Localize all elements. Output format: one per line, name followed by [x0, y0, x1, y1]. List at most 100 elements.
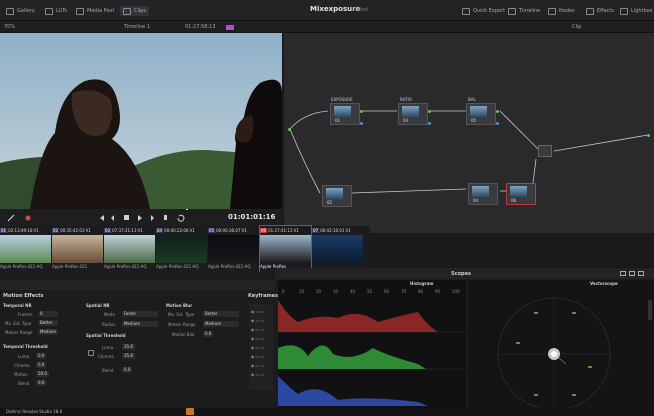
motion-blur-value[interactable]: 0.0 [203, 331, 214, 337]
effects-label: Effects [597, 8, 614, 14]
lightbox-icon [620, 7, 628, 15]
histogram-graph [278, 300, 466, 406]
output-port[interactable] [647, 134, 650, 137]
motion-range-dropdown[interactable]: Medium [38, 329, 58, 335]
timeline-button[interactable]: Timeline [508, 6, 540, 16]
clip-number: 04 [156, 228, 164, 233]
node-thumb [472, 186, 489, 197]
node-ratio[interactable]: 03 [398, 103, 428, 125]
histogram-tick: 10 [299, 289, 305, 294]
scope-layout-buttons[interactable] [620, 271, 644, 276]
input-port[interactable] [288, 128, 291, 131]
vectorscope-scrollbar[interactable] [648, 300, 652, 320]
rewind-icon[interactable] [111, 215, 114, 221]
resolve-color-page: Gallery LUTs Media Pool Clips Mixexposur… [0, 0, 654, 416]
single-layout-icon[interactable] [620, 271, 626, 276]
stop-icon[interactable] [124, 215, 129, 220]
dual-layout-icon[interactable] [629, 271, 635, 276]
clip-thumb[interactable]: 07 06:02:16:01 V1 [312, 226, 363, 272]
clip-thumb[interactable]: 03 07:37:21:13 V1 Apple ProRes 422 HQ [104, 226, 155, 272]
quick-export-button[interactable]: Quick Export [462, 6, 505, 16]
clip-codec: Apple ProRes 422 [52, 264, 88, 269]
play-icon[interactable] [138, 215, 142, 221]
export-icon [462, 7, 470, 15]
film-frame [0, 33, 282, 209]
node-port [360, 110, 363, 113]
node-num: 04 [473, 198, 479, 203]
node-bal[interactable]: 05 [466, 103, 496, 125]
zoom-dropdown[interactable]: 70% [4, 24, 15, 30]
effects-button[interactable]: Effects [586, 6, 614, 16]
blur-motion-range-label: Motion Range [168, 322, 196, 327]
clips-icon [123, 7, 131, 15]
clip-image [260, 235, 311, 263]
spatial-luma-value[interactable]: 35.6 [122, 344, 135, 350]
histogram-green [278, 345, 426, 369]
node-thumb [326, 188, 343, 199]
spatial-radius-dropdown[interactable]: Medium [122, 321, 158, 327]
chroma-value[interactable]: 0.0 [36, 362, 47, 368]
clip-thumb[interactable]: 04 00:00:22:06 V1 Apple ProRes 422 HQ [156, 226, 207, 272]
nodes-button[interactable]: Nodes [548, 6, 575, 16]
loop-icon[interactable] [177, 214, 185, 222]
quad-layout-icon[interactable] [638, 271, 644, 276]
histogram-scope: Histogram 0 10 20 30 40 50 60 70 80 90 100 [278, 280, 466, 408]
quick-export-label: Quick Export [473, 8, 506, 14]
link-icon[interactable] [88, 350, 94, 356]
vectorscope-graph [497, 297, 611, 408]
clip-track: V1 [33, 228, 39, 233]
clip-thumb-selected[interactable]: 06 01:27:41:11 V1 Apple ProRes [259, 225, 312, 273]
record-icon[interactable] [25, 215, 31, 221]
media-pool-button[interactable]: Media Pool [76, 6, 114, 16]
mo-est-dropdown[interactable]: Better [38, 320, 58, 326]
clip-thumb[interactable]: 01 02:13:49:18 V1 Apple ProRes 422 HQ [0, 226, 51, 272]
blur-motion-range-dropdown[interactable]: Medium [203, 321, 239, 327]
luts-button[interactable]: LUTs [45, 6, 67, 16]
spatial-blend-value[interactable]: 0.0 [122, 367, 133, 373]
clip-thumb[interactable]: 02 00:35:42:03 V1 Apple ProRes 422 [52, 226, 103, 272]
luts-label: LUTs [56, 8, 68, 14]
parallel-mixer-node[interactable] [538, 145, 552, 157]
keyframes-track[interactable]: ◆ ▭ ▭ ◆ ▭ ▭ ◆ ▭ ▭ ◆ ▭ ▭ ◆ ▭ ▭ ◆ ▭ ▭ ◆ ▭ ▭ ◆ ▭ ▭ [249, 304, 273, 390]
spatial-mode-dropdown[interactable]: Faster [122, 311, 158, 317]
gallery-button[interactable]: Gallery [6, 6, 35, 16]
clip-codec: Apple ProRes 422 HQ [0, 264, 43, 269]
mode-dropdown[interactable]: Clip [572, 24, 581, 30]
viewer-image [0, 33, 282, 209]
clip-timecode: 07:37:21:13 [112, 228, 137, 233]
pen-icon[interactable] [7, 214, 15, 222]
node-num: 06 [511, 198, 517, 203]
blend-value[interactable]: 0.0 [36, 380, 47, 386]
lightbox-label: Lightbox [631, 8, 653, 14]
node-num: 02 [327, 200, 333, 205]
luma-label: Luma [18, 354, 30, 359]
forward-icon[interactable] [151, 215, 154, 221]
frames-dropdown[interactable]: 0 [38, 311, 58, 317]
timeline-dropdown[interactable]: Timeline 1 [124, 24, 150, 30]
node-key-port [496, 122, 499, 125]
vectorscope: Vectorscope [468, 280, 654, 408]
scopes-title: Scopes [451, 271, 471, 277]
viewer-mode-icon[interactable] [226, 25, 234, 30]
blur-mo-est-dropdown[interactable]: Better [203, 311, 239, 317]
histogram-tick: 70 [401, 289, 407, 294]
node-exposure[interactable]: 01 [330, 103, 360, 125]
clips-button[interactable]: Clips [120, 6, 150, 16]
spatial-chroma-value[interactable]: 35.6 [122, 353, 135, 359]
clip-timecode: 00:35:42:03 [60, 228, 85, 233]
node-02[interactable]: 02 [322, 185, 352, 207]
node-04[interactable]: 04 [468, 183, 498, 205]
lightbox-button[interactable]: Lightbox [620, 6, 653, 16]
node-06-selected[interactable]: 06 [506, 183, 536, 205]
jump-start-icon[interactable] [100, 215, 104, 221]
clip-thumb[interactable]: 05 00:00:36:07 V1 Apple ProRes 422 HQ [208, 226, 259, 272]
motion-value[interactable]: 50.0 [36, 371, 49, 377]
histogram-blue [278, 376, 428, 406]
node-editor[interactable]: EXPOSURE 01 RATIO 03 BAL 05 02 04 06 [284, 33, 654, 233]
color-page-icon[interactable] [186, 408, 194, 415]
jump-end-icon[interactable] [164, 215, 167, 220]
media-pool-icon [76, 7, 84, 15]
motion-blur-label: Motion Blur [172, 332, 195, 337]
luma-value[interactable]: 0.0 [36, 353, 47, 359]
viewer-toolbar: 70% Timeline 1 01:27:58:13 Clip [0, 21, 654, 33]
